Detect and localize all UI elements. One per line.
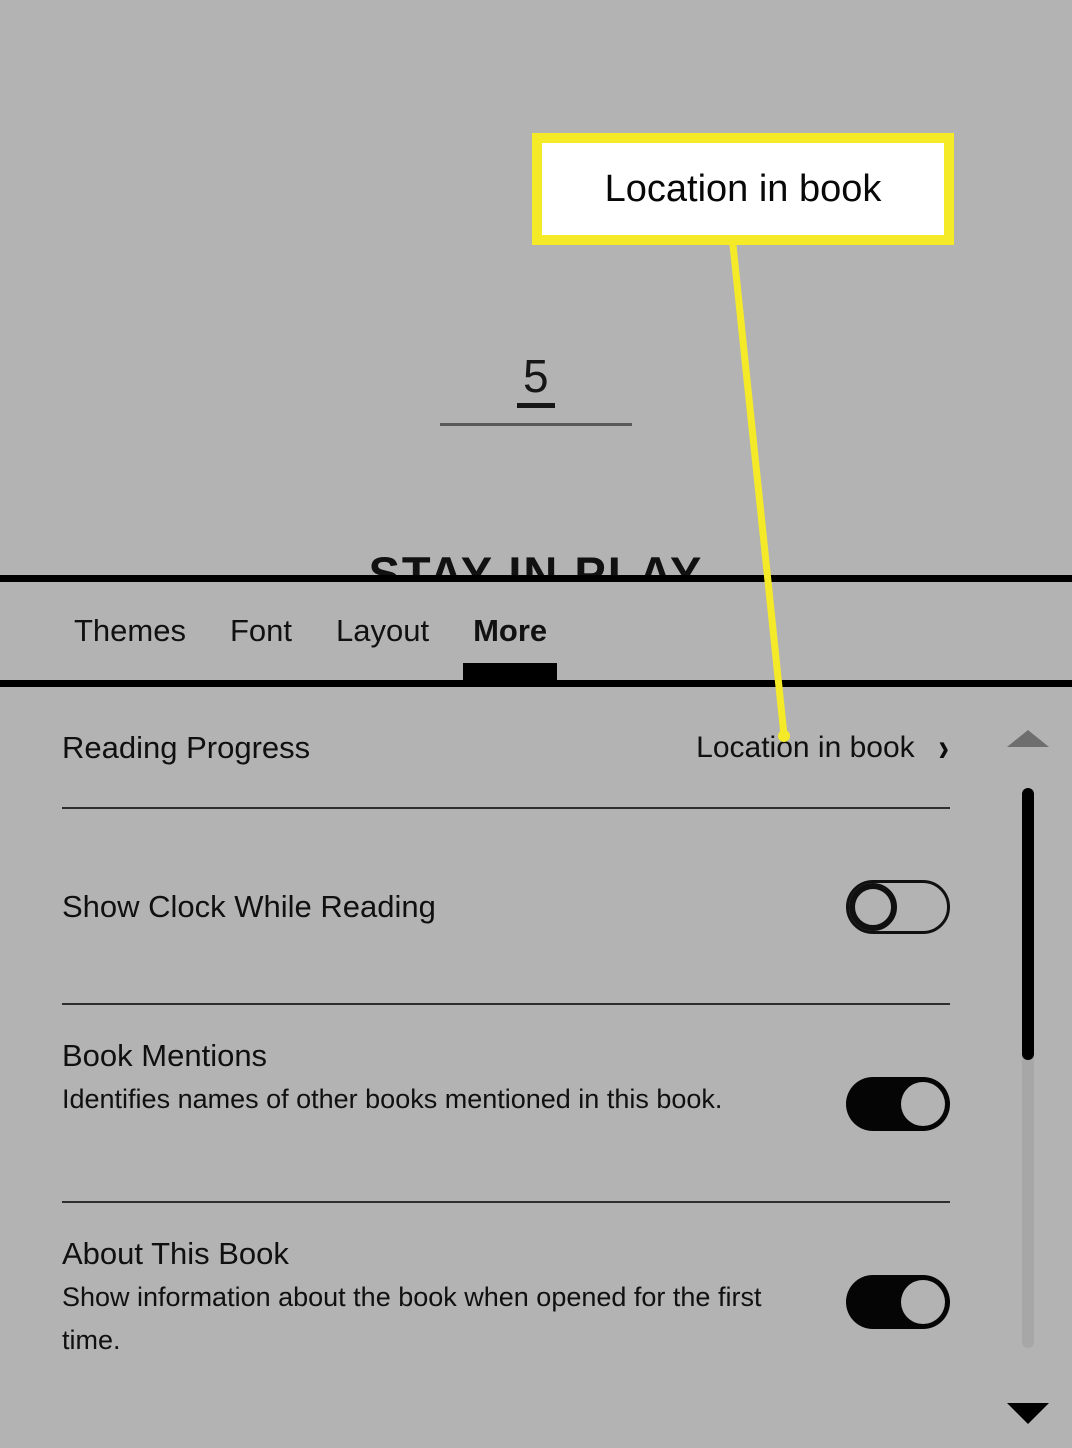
- toggle-show-clock[interactable]: [846, 880, 950, 934]
- tab-themes[interactable]: Themes: [52, 582, 208, 680]
- tab-font[interactable]: Font: [208, 582, 314, 680]
- setting-title-book-mentions: Book Mentions: [62, 1038, 268, 1073]
- page-number: 5: [522, 350, 550, 402]
- settings-tab-bar: Themes Font Layout More: [0, 575, 1072, 687]
- page-number-block: 5: [440, 350, 632, 408]
- triangle-down-icon[interactable]: [1007, 1403, 1049, 1424]
- annotation-callout: Location in book: [532, 133, 954, 245]
- reader-settings-panel: Themes Font Layout More Reading Progress…: [0, 575, 1072, 1448]
- setting-row-about-this-book[interactable]: About This Book Show information about t…: [0, 1203, 1072, 1363]
- toggle-about-this-book[interactable]: [846, 1275, 950, 1329]
- tab-layout[interactable]: Layout: [314, 582, 451, 680]
- tab-more-label: More: [473, 613, 548, 648]
- toggle-knob: [901, 1280, 945, 1324]
- scrollbar-track[interactable]: [1022, 788, 1034, 1348]
- annotation-callout-label: Location in book: [604, 167, 882, 210]
- tab-themes-label: Themes: [74, 613, 186, 648]
- page-horizontal-rule: [440, 423, 632, 426]
- tab-font-label: Font: [229, 613, 293, 648]
- reading-progress-value: Location in book: [696, 731, 915, 764]
- setting-row-book-mentions[interactable]: Book Mentions Identifies names of other …: [0, 1005, 1072, 1203]
- setting-row-show-clock[interactable]: Show Clock While Reading: [0, 809, 1072, 1005]
- settings-scrollbar[interactable]: [1006, 722, 1050, 1432]
- setting-text-reading-progress: Reading Progress: [62, 729, 310, 767]
- setting-desc-book-mentions: Identifies names of other books mentione…: [62, 1084, 723, 1114]
- setting-text-about-this-book: About This Book Show information about t…: [62, 1235, 802, 1362]
- setting-title-show-clock: Show Clock While Reading: [62, 889, 436, 924]
- setting-title-reading-progress: Reading Progress: [62, 730, 311, 765]
- setting-row-reading-progress[interactable]: Reading Progress Location in book ›: [0, 687, 1072, 809]
- tab-active-indicator: [463, 663, 558, 680]
- setting-text-book-mentions: Book Mentions Identifies names of other …: [62, 1037, 722, 1121]
- toggle-knob: [849, 883, 897, 931]
- tab-more[interactable]: More: [451, 582, 569, 680]
- toggle-book-mentions[interactable]: [846, 1077, 950, 1131]
- toggle-knob: [901, 1082, 945, 1126]
- reader-content-backdrop: 5 STAY IN PLAY: [0, 0, 1072, 580]
- setting-title-about-this-book: About This Book: [62, 1236, 289, 1271]
- chevron-right-icon: ›: [938, 726, 949, 770]
- scrollbar-thumb[interactable]: [1022, 788, 1034, 1060]
- setting-desc-about-this-book: Show information about the book when ope…: [62, 1282, 762, 1355]
- settings-list: Reading Progress Location in book › Show…: [0, 687, 1072, 1363]
- triangle-up-icon[interactable]: [1007, 730, 1049, 747]
- tab-layout-label: Layout: [336, 613, 430, 648]
- page-number-underscore: [517, 403, 555, 408]
- setting-text-show-clock: Show Clock While Reading: [62, 888, 436, 926]
